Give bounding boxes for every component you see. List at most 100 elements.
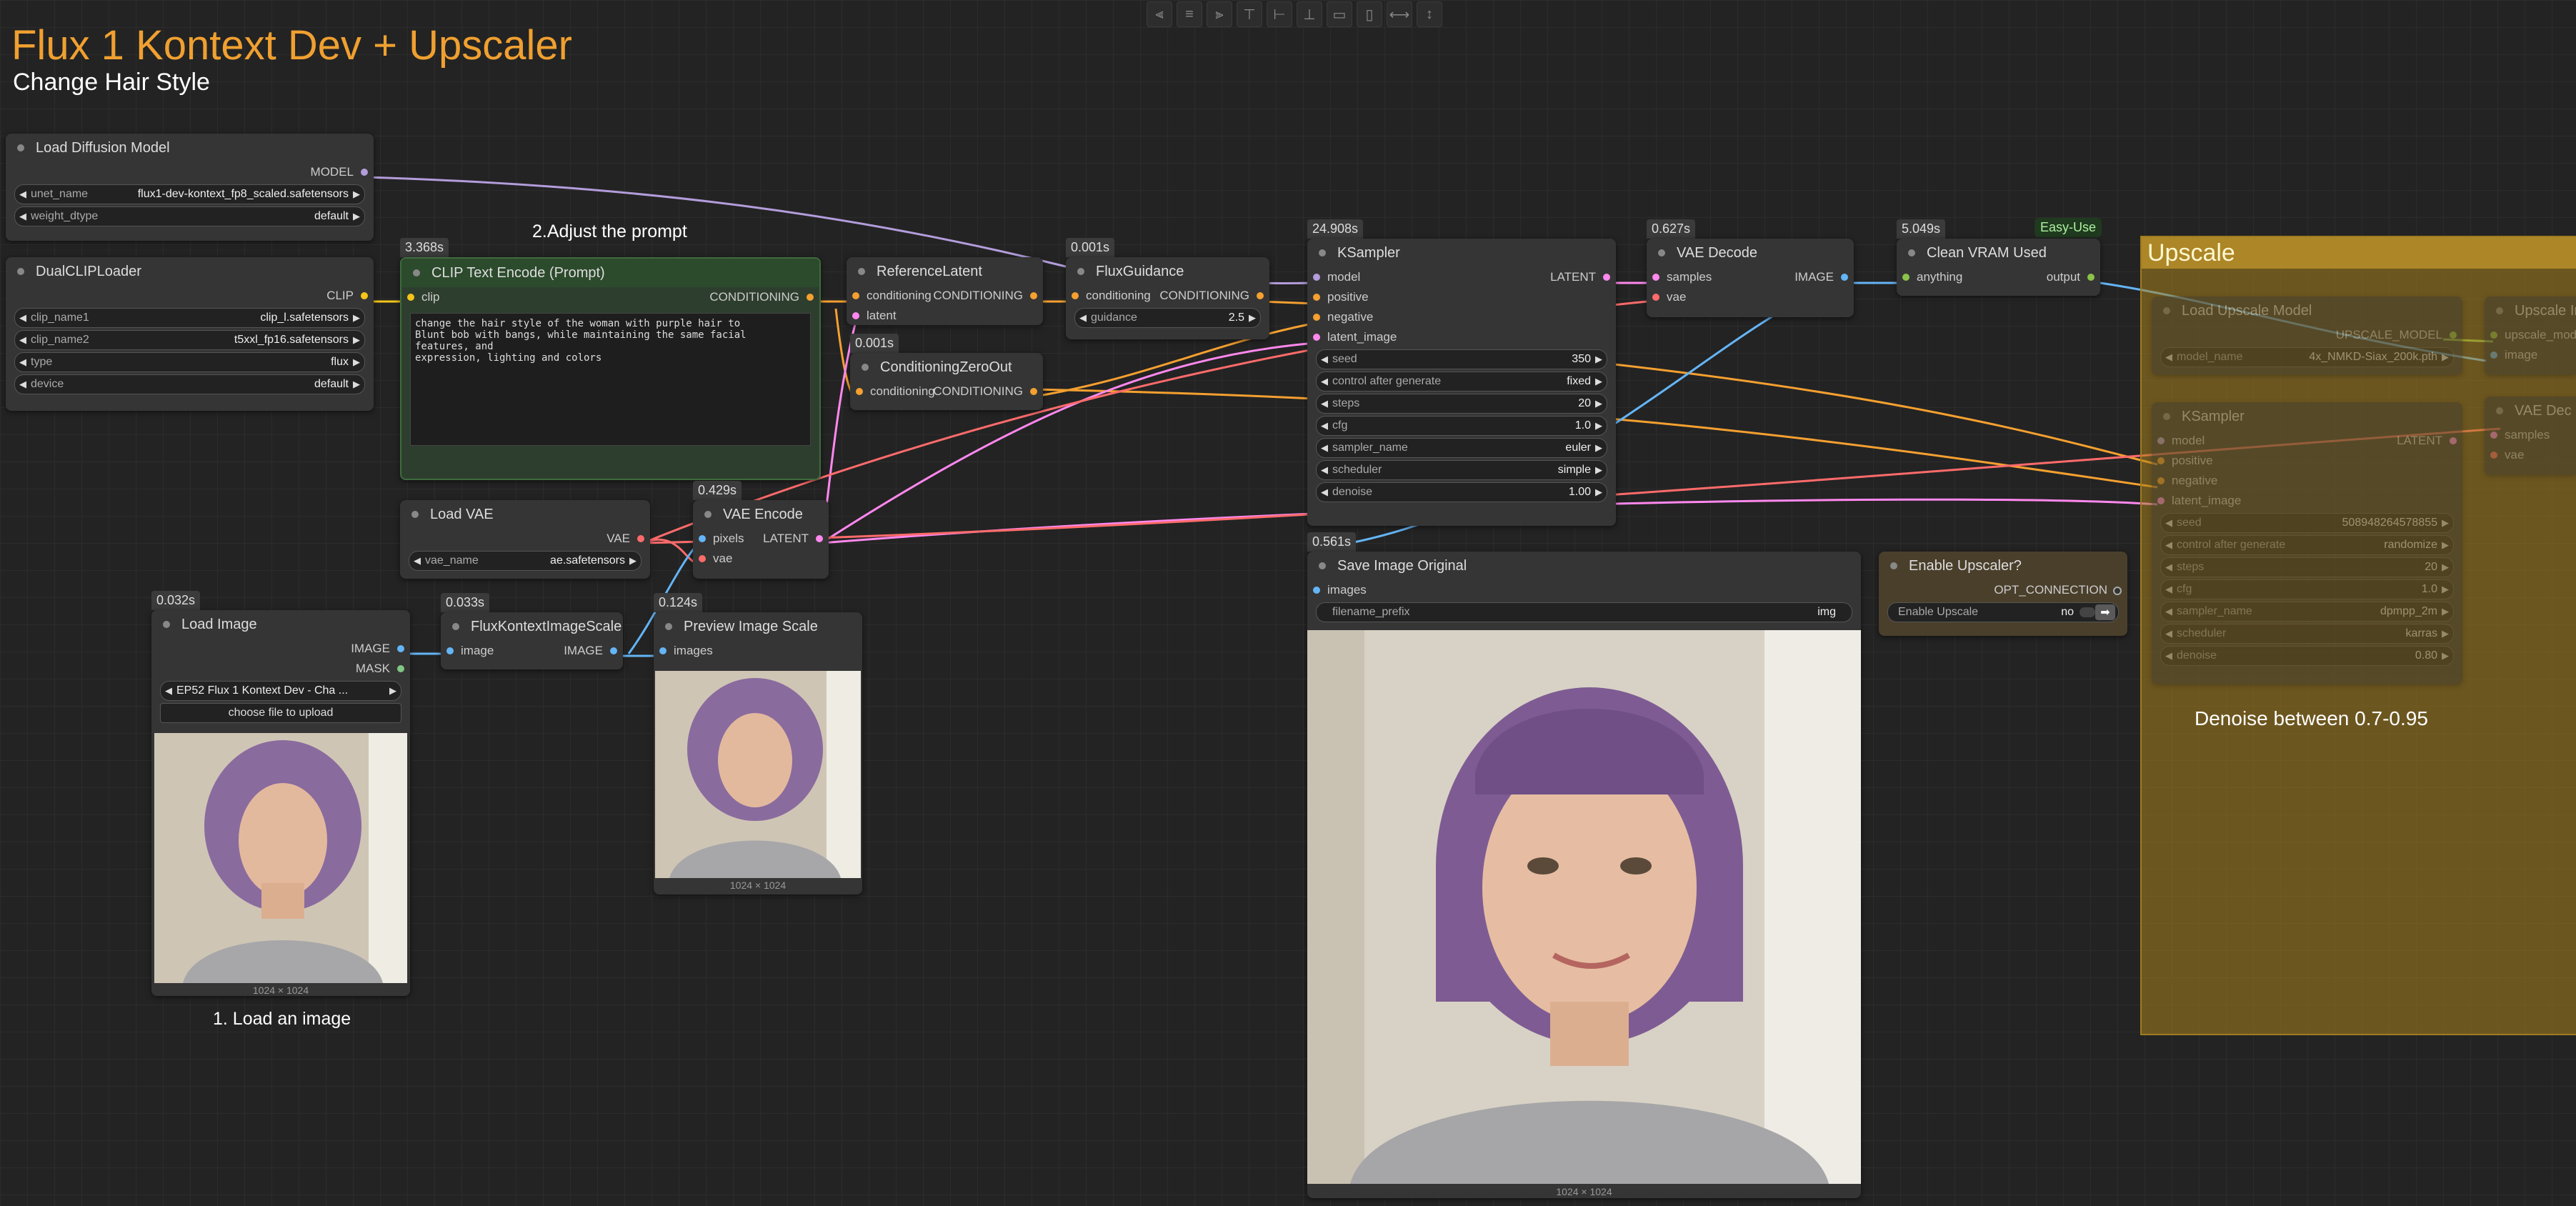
collapse-dot-icon[interactable] [2163,307,2170,314]
arrow-left-icon[interactable]: ◀ [2161,628,2177,639]
output-slot-vae[interactable] [637,535,644,542]
output-slot-image[interactable] [1841,274,1848,281]
input-slot-latent[interactable] [852,312,859,319]
arrow-right-icon[interactable]: ▶ [349,379,364,390]
collapse-dot-icon[interactable] [858,268,865,275]
collapse-dot-icon[interactable] [862,364,869,371]
arrow-left-icon[interactable]: ◀ [15,211,31,222]
widget-steps[interactable]: ◀ steps 20 ▶ [2160,557,2454,577]
toggle-switch[interactable] [2080,607,2095,617]
arrow-right-icon[interactable]: ▶ [349,189,364,200]
output-slot-latent[interactable] [816,535,823,542]
output-slot-conditioning[interactable] [1030,388,1037,395]
arrow-left-icon[interactable]: ◀ [2161,539,2177,551]
node-flux-kontext-image-scale[interactable]: FluxKontextImageScale image IMAGE [441,612,623,669]
node-load-image[interactable]: Load Image IMAGE MASK ◀ EP52 Flux 1 Konte… [151,610,410,996]
node-canvas[interactable]: ⫷ ≡ ⫸ ⊤ ⊢ ⊥ ▭ ▯ ⟷ ↕ Flux 1 Kontext Dev +… [0,0,2576,1206]
collapse-dot-icon[interactable] [1319,562,1326,569]
node-preview-image-scale[interactable]: Preview Image Scale images 1024 × 1024 [654,612,862,894]
node-reference-latent[interactable]: ReferenceLatent conditioning CONDITIONING… [847,257,1043,325]
output-slot-output[interactable] [2087,274,2095,281]
input-slot-conditioning[interactable] [856,388,863,395]
arrow-right-icon[interactable]: ▶ [2437,584,2453,595]
input-slot-images[interactable] [659,647,667,654]
widget-scheduler[interactable]: ◀ scheduler simple ▶ [1316,460,1607,480]
output-slot-latent[interactable] [1603,274,1610,281]
upload-button[interactable]: choose file to upload [160,703,401,723]
input-slot-vae[interactable] [2490,452,2497,459]
arrow-right-icon[interactable]: ▶ [385,685,401,697]
input-slot-positive[interactable] [1313,294,1320,301]
arrow-left-icon[interactable]: ◀ [2161,517,2177,529]
output-slot-mask[interactable] [397,665,404,672]
input-slot-vae[interactable] [699,555,706,562]
input-slot-clip[interactable] [407,294,414,301]
node-conditioning-zero-out[interactable]: ConditioningZeroOut conditioning CONDITIO… [850,353,1043,410]
node-dual-clip-loader[interactable]: DualCLIPLoader CLIP ◀ clip_name1 clip_l.sa… [6,257,374,411]
widget-steps[interactable]: ◀ steps 20 ▶ [1316,394,1607,414]
arrow-right-icon[interactable]: ▶ [2437,352,2453,363]
widget-denoise[interactable]: ◀ denoise 1.00 ▶ [1316,482,1607,502]
node-vae-decode-partial[interactable]: VAE Dec samples vae [2485,397,2576,475]
output-slot-image[interactable] [397,645,404,652]
input-slot-negative[interactable] [2157,477,2165,484]
node-vae-encode[interactable]: VAE Encode pixels LATENT vae [693,500,829,579]
arrow-right-icon[interactable]: ▶ [2437,517,2453,529]
arrow-right-icon[interactable]: ▶ [1591,442,1607,454]
align-center-icon[interactable]: ≡ [1177,1,1202,27]
widget-scheduler[interactable]: ◀ scheduler karras ▶ [2160,624,2454,644]
collapse-dot-icon[interactable] [1890,562,1897,569]
collapse-dot-icon[interactable] [2496,407,2503,414]
arrow-left-icon[interactable]: ◀ [2161,562,2177,573]
arrow-left-icon[interactable]: ◀ [2161,606,2177,617]
node-save-image-original[interactable]: Save Image Original images filename_pref… [1307,552,1861,1198]
arrow-left-icon[interactable]: ◀ [15,334,31,346]
arrow-left-icon[interactable]: ◀ [1317,376,1332,387]
arrow-right-icon[interactable]: ▶ [2437,650,2453,662]
widget-control-after-generate[interactable]: ◀ control after generate randomize ▶ [2160,535,2454,555]
arrow-left-icon[interactable]: ◀ [2161,352,2177,363]
arrow-right-icon[interactable]: ▶ [1591,354,1607,365]
arrow-right-icon[interactable]: ▶ [2437,628,2453,639]
collapse-dot-icon[interactable] [413,269,420,276]
arrow-right-icon[interactable]: ▶ [2437,562,2453,573]
arrow-right-icon[interactable]: ▶ [1591,398,1607,409]
node-enable-upscaler[interactable]: Enable Upscaler? OPT_CONNECTION Enable U… [1879,552,2127,636]
widget-cfg[interactable]: ◀ cfg 1.0 ▶ [1316,416,1607,436]
distribute-v-icon[interactable]: ▯ [1357,1,1382,27]
node-flux-guidance[interactable]: FluxGuidance conditioning CONDITIONING ◀ g… [1066,257,1269,339]
widget-denoise[interactable]: ◀ denoise 0.80 ▶ [2160,646,2454,666]
collapse-dot-icon[interactable] [17,144,24,151]
output-slot-opt-connection[interactable] [2113,587,2122,595]
node-load-vae[interactable]: Load VAE VAE ◀ vae_name ae.safetensors ▶ [400,500,650,579]
input-slot-samples[interactable] [2490,432,2497,439]
output-slot-clip[interactable] [361,292,368,299]
output-slot-model[interactable] [361,169,368,176]
collapse-dot-icon[interactable] [704,511,712,518]
collapse-dot-icon[interactable] [17,268,24,275]
input-slot-vae[interactable] [1652,294,1659,301]
arrow-left-icon[interactable]: ◀ [409,555,425,567]
collapse-dot-icon[interactable] [1908,249,1915,256]
align-top-icon[interactable]: ⊤ [1237,1,1262,27]
arrow-left-icon[interactable]: ◀ [15,357,31,368]
widget-cfg[interactable]: ◀ cfg 1.0 ▶ [2160,579,2454,599]
arrow-right-icon[interactable]: ▶ [2437,539,2453,551]
output-slot-conditioning[interactable] [1030,292,1037,299]
widget-unet-name[interactable]: ◀ unet_name flux1-dev-kontext_fp8_scaled.s… [14,184,365,204]
arrow-right-icon[interactable]: ▶ [349,312,364,324]
output-slot-image[interactable] [610,647,617,654]
input-slot-conditioning[interactable] [852,292,859,299]
arrow-right-icon[interactable]: ▶ [2437,606,2453,617]
collapse-dot-icon[interactable] [1077,268,1084,275]
arrow-left-icon[interactable]: ◀ [1317,354,1332,365]
input-slot-image[interactable] [2490,352,2497,359]
prompt-textarea[interactable]: change the hair style of the woman with … [410,313,811,446]
widget-model-name[interactable]: ◀ model_name 4x_NMKD-Siax_200k.pth ▶ [2160,347,2454,367]
arrow-right-icon[interactable]: ▶ [625,555,641,567]
arrow-left-icon[interactable]: ◀ [15,312,31,324]
collapse-dot-icon[interactable] [1319,249,1326,256]
widget-type[interactable]: ◀ type flux ▶ [14,352,365,372]
collapse-dot-icon[interactable] [2163,413,2170,420]
resize-h-icon[interactable]: ↕ [1417,1,1442,27]
